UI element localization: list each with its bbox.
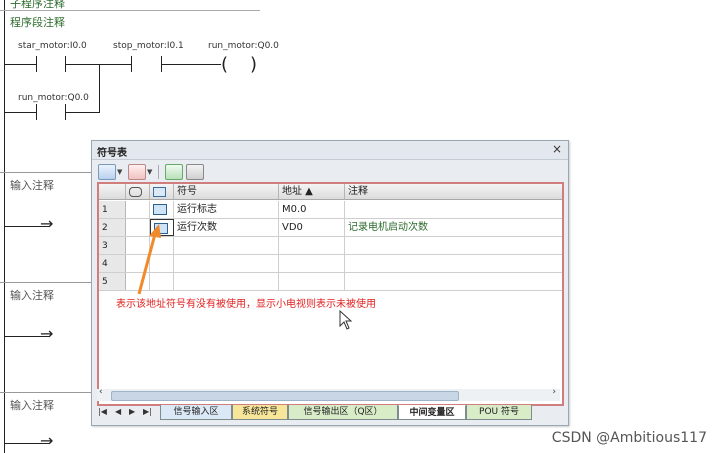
scroll-right-icon[interactable]: ›	[552, 387, 556, 397]
address-cell[interactable]: M0.0	[279, 201, 345, 218]
tab-system-symbols[interactable]: 系统符号	[232, 405, 288, 420]
tab-signal-output[interactable]: 信号输出区（Q区）	[288, 405, 398, 420]
chevron-down-icon[interactable]: ▼	[147, 168, 152, 176]
scroll-left-icon[interactable]: ‹	[99, 387, 103, 397]
contact-latch-label: run_motor:Q0.0	[18, 93, 89, 103]
symbol-column-header[interactable]: 符号	[174, 184, 279, 200]
contact-stop-label: stop_motor:I0.1	[113, 41, 184, 51]
usage-column-header[interactable]	[150, 184, 174, 200]
comment-cell[interactable]	[345, 255, 562, 272]
table-row[interactable]: 1 运行标志 M0.0	[99, 201, 562, 219]
comment-cell[interactable]: 记录电机启动次数	[345, 219, 562, 236]
address-cell[interactable]	[279, 273, 345, 290]
comment-cell[interactable]	[345, 273, 562, 290]
coil-symbol: ()	[221, 54, 280, 75]
toolbar-separator	[158, 165, 159, 179]
input-comment-2: 输入注释	[10, 289, 54, 302]
branch-right-rail	[99, 64, 100, 112]
window-titlebar: 符号表 ×	[92, 141, 568, 160]
insert-row-icon[interactable]	[98, 164, 116, 180]
symbol-table-window: 符号表 × ▼ ▼ 符号 地址 ▲ 注释 1 运行标志 M0.0 2 运行次数 …	[91, 140, 569, 426]
tab-pou-symbols[interactable]: POU 符号	[466, 405, 532, 420]
unused-symbol-icon[interactable]	[186, 164, 204, 180]
symbol-cell[interactable]	[174, 273, 279, 290]
nav-last-icon[interactable]: ▶|	[143, 407, 152, 416]
overlap-column-header[interactable]	[126, 184, 150, 200]
comment-column-header[interactable]: 注释	[345, 184, 562, 200]
row-number: 2	[99, 219, 126, 236]
window-title: 符号表	[97, 148, 127, 159]
tab-bar: |◀ ◀ ▶ ▶| 信号输入区 系统符号 信号输出区（Q区） 中间变量区 POU…	[92, 403, 568, 423]
chevron-down-icon[interactable]: ▼	[117, 168, 122, 176]
contact-stop-left	[131, 56, 132, 72]
arrow-right-icon: →	[40, 431, 54, 450]
close-icon[interactable]: ×	[552, 142, 562, 156]
address-cell[interactable]	[279, 255, 345, 272]
monitor-icon	[153, 187, 166, 197]
segment-comment: 程序段注释	[10, 16, 65, 29]
segment-divider	[0, 282, 92, 283]
overlap-icon	[129, 187, 142, 197]
mouse-cursor-icon	[339, 310, 353, 330]
annotation-text: 表示该地址符号有没有被使用，显示小电视则表示未被使用	[116, 299, 376, 310]
row-number: 5	[99, 273, 126, 290]
symbol-cell[interactable]	[174, 255, 279, 272]
branch-wire	[65, 112, 100, 113]
arrow-right-icon: →	[40, 324, 54, 343]
watermark: CSDN @Ambitious117	[551, 430, 707, 446]
branch-wire	[4, 112, 36, 113]
segment-divider	[0, 172, 92, 173]
table-row[interactable]: 4	[99, 255, 562, 273]
row-number: 3	[99, 237, 126, 254]
segment-divider	[0, 392, 92, 393]
input-comment-3: 输入注释	[10, 399, 54, 412]
monitor-icon	[153, 204, 167, 215]
address-column-header[interactable]: 地址 ▲	[279, 184, 345, 200]
annotation-arrow	[137, 224, 161, 295]
contact-start-label: star_motor:I0.0	[18, 41, 87, 51]
row-number: 4	[99, 255, 126, 272]
coil-label: run_motor:Q0.0	[208, 41, 279, 51]
symbol-cell[interactable]: 运行次数	[174, 219, 279, 236]
tab-signal-input[interactable]: 信号输入区	[160, 405, 232, 420]
symbol-grid: 符号 地址 ▲ 注释 1 运行标志 M0.0 2 运行次数 VD0 记录电机启动…	[97, 182, 564, 406]
comment-cell[interactable]	[345, 237, 562, 254]
contact-latch-left	[36, 104, 37, 120]
usage-cell	[150, 201, 174, 218]
nav-next-icon[interactable]: ▶	[129, 407, 135, 416]
rung-wire	[65, 64, 131, 65]
delete-row-icon[interactable]	[128, 164, 146, 180]
symbol-cell[interactable]	[174, 237, 279, 254]
header-underline	[0, 10, 260, 11]
nav-first-icon[interactable]: |◀	[98, 407, 107, 416]
overlap-cell	[126, 201, 150, 218]
symbol-cell[interactable]: 运行标志	[174, 201, 279, 218]
table-row[interactable]: 3	[99, 237, 562, 255]
row-number-header	[99, 184, 126, 200]
nav-prev-icon[interactable]: ◀	[115, 407, 121, 416]
table-row[interactable]: 2 运行次数 VD0 记录电机启动次数	[99, 219, 562, 237]
scrollbar-thumb[interactable]	[111, 391, 459, 401]
overlap-address-icon[interactable]	[165, 164, 183, 180]
address-cell[interactable]: VD0	[279, 219, 345, 236]
input-comment-1: 输入注释	[10, 179, 54, 192]
arrow-right-icon: →	[40, 214, 54, 233]
row-number: 1	[99, 201, 126, 218]
comment-cell[interactable]	[345, 201, 562, 218]
address-cell[interactable]	[279, 237, 345, 254]
horizontal-scrollbar[interactable]: ‹ ›	[97, 387, 560, 401]
tab-intermediate-vars[interactable]: 中间变量区	[398, 405, 466, 420]
toolbar: ▼ ▼	[92, 160, 568, 182]
table-row[interactable]: 5	[99, 273, 562, 291]
rung-wire	[4, 64, 36, 65]
contact-start-left	[36, 56, 37, 72]
rung-wire	[161, 64, 221, 65]
